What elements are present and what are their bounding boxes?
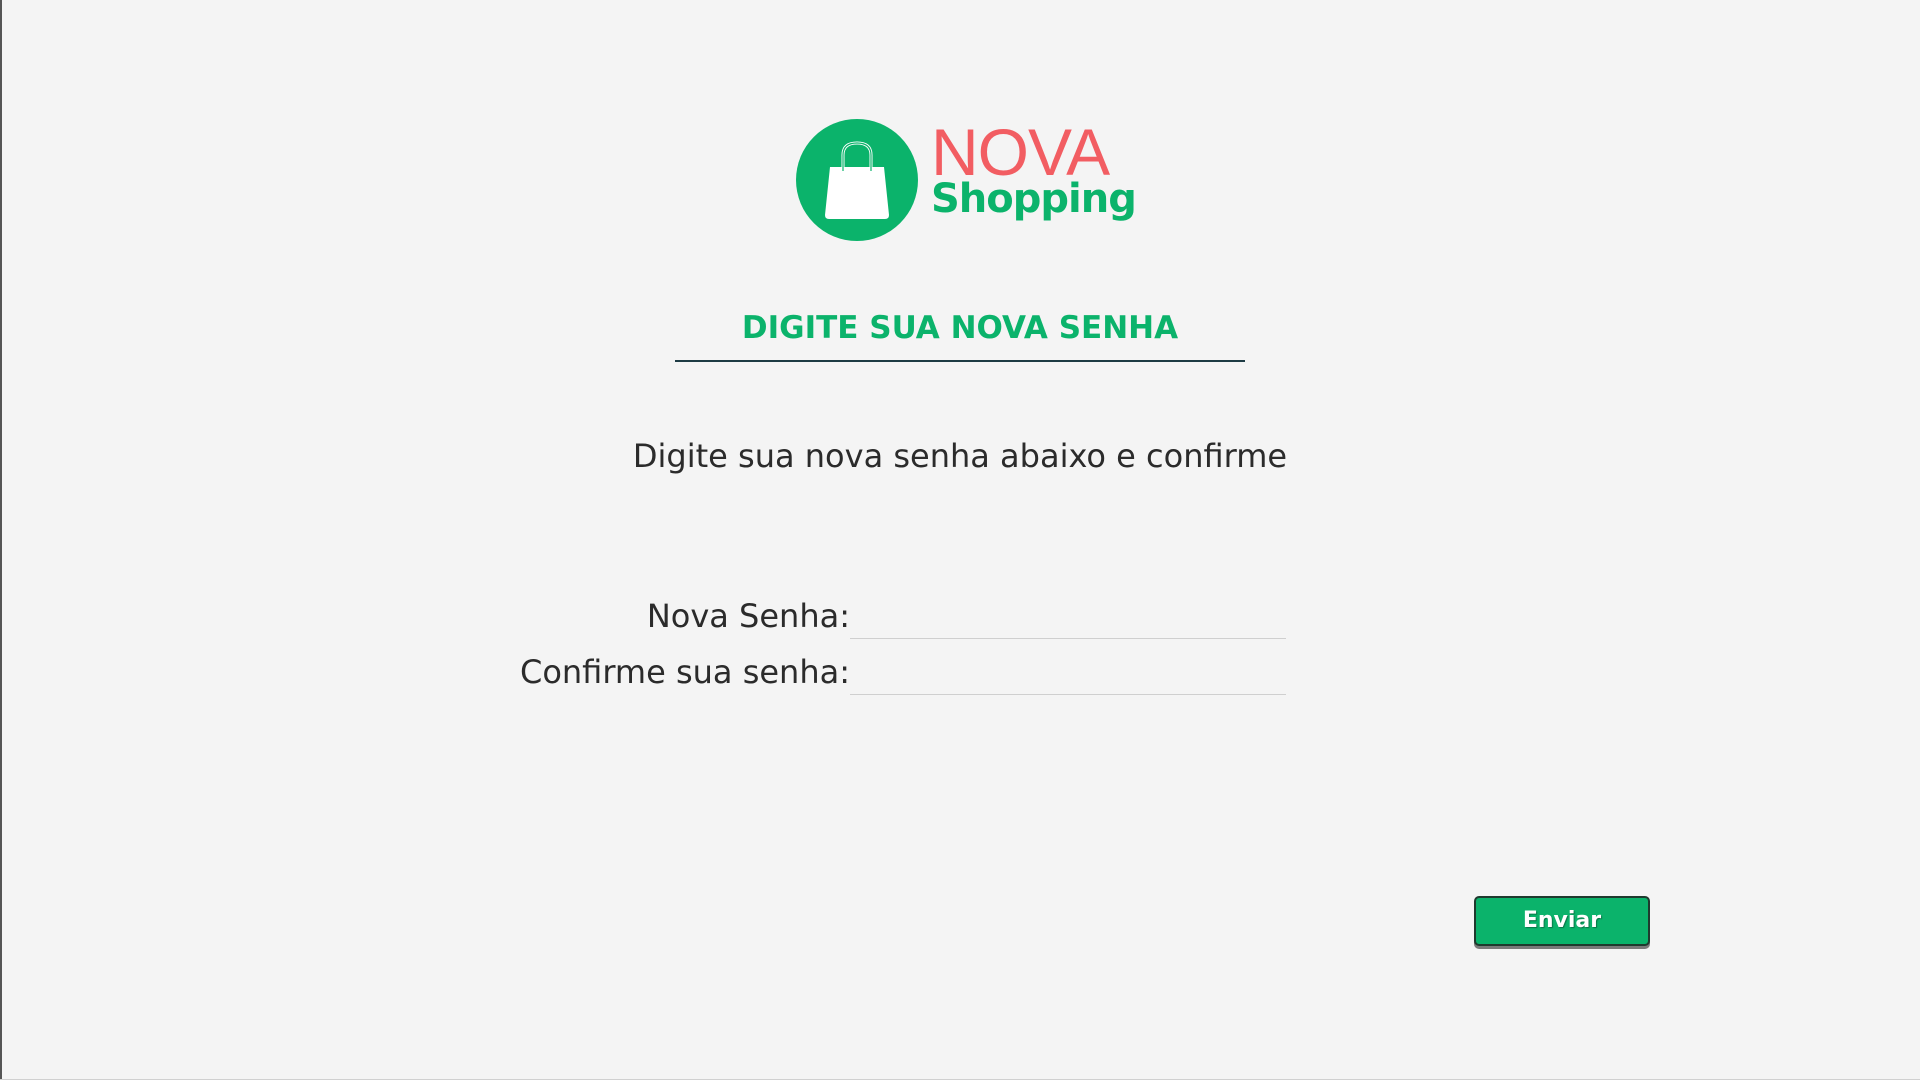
confirm-password-label: Confirme sua senha: [519, 653, 850, 691]
confirm-password-input[interactable] [850, 654, 1286, 695]
brand-logo: NOVA Shopping [796, 119, 1137, 243]
new-password-row: Nova Senha: [420, 592, 1290, 642]
new-password-label: Nova Senha: [646, 597, 850, 635]
page-title: DIGITE SUA NOVA SENHA [741, 310, 1179, 346]
shopping-bag-icon [796, 119, 918, 241]
new-password-input[interactable] [850, 598, 1286, 639]
instruction-text: Digite sua nova senha abaixo e confirme [632, 437, 1288, 475]
submit-button[interactable]: Enviar [1474, 896, 1650, 946]
confirm-password-row: Confirme sua senha: [420, 648, 1290, 698]
logo-wordmark-shopping: Shopping [931, 176, 1137, 222]
title-underline [675, 360, 1245, 362]
window-left-border [0, 0, 2, 1080]
